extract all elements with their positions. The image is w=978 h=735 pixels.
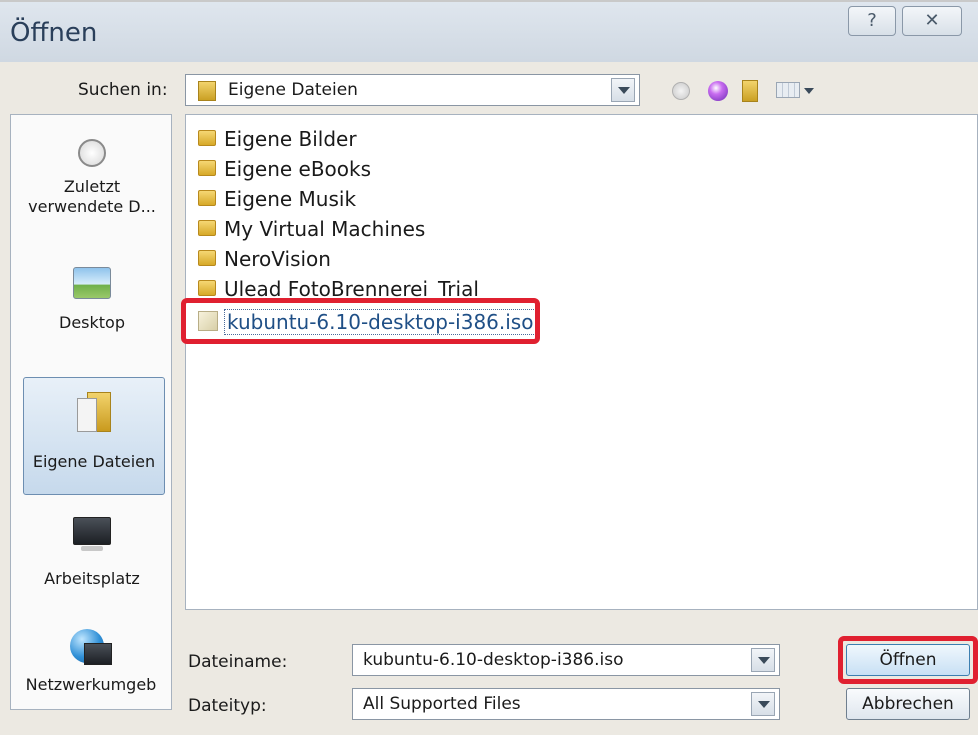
place-desktop-label: Desktop [59,313,125,332]
recent-clock-icon [78,139,106,167]
help-button[interactable]: ? [848,6,896,36]
folder-icon [198,160,216,176]
cancel-button[interactable]: Abbrechen [846,688,970,720]
chevron-down-icon[interactable] [751,692,775,716]
chevron-down-icon[interactable] [751,648,775,672]
back-icon[interactable] [672,82,690,100]
desktop-icon [73,267,111,299]
file-name: My Virtual Machines [224,217,426,241]
computer-icon [71,517,113,551]
file-list: Eigene Bilder Eigene eBooks Eigene Musik… [185,114,978,610]
place-my-computer-label: Arbeitsplatz [44,569,140,588]
network-icon [70,629,112,669]
views-icon[interactable] [776,82,822,100]
place-my-computer[interactable]: Arbeitsplatz [21,511,163,611]
look-in-value: Eigene Dateien [228,80,358,100]
look-in-label: Suchen in: [78,80,168,100]
file-name: Eigene Musik [224,187,357,211]
place-desktop[interactable]: Desktop [21,261,163,361]
filetype-dropdown[interactable]: All Supported Files [352,688,780,720]
filename-input[interactable]: kubuntu-6.10-desktop-i386.iso [352,644,780,676]
filetype-label: Dateityp: [188,696,267,716]
place-my-documents-label: Eigene Dateien [32,452,156,471]
file-name: Eigene Bilder [224,127,357,151]
highlight-frame [838,636,978,684]
filetype-value: All Supported Files [363,694,521,714]
new-folder-icon[interactable] [742,80,758,102]
place-my-documents[interactable]: Eigene Dateien [23,377,165,495]
places-bar: Zuletzt verwendete D... Desktop Eigene D… [10,114,172,710]
look-in-dropdown[interactable]: Eigene Dateien [185,74,640,106]
filename-value: kubuntu-6.10-desktop-i386.iso [363,650,624,670]
my-documents-icon [77,392,111,436]
place-recent-label: Zuletzt verwendete D... [28,177,156,216]
file-name: Eigene eBooks [224,157,372,181]
title-bar: Öffnen ? ✕ [0,2,978,62]
window-title: Öffnen [10,18,98,48]
place-recent[interactable]: Zuletzt verwendete D... [21,133,163,243]
folder-icon [198,190,216,206]
folder-icon [198,280,216,296]
my-documents-icon [198,81,216,101]
place-network-label: Netzwerkumgeb [25,675,157,694]
file-name: NeroVision [224,247,331,271]
folder-icon [198,250,216,266]
highlight-frame [181,298,540,344]
place-network[interactable]: Netzwerkumgeb [11,625,171,711]
close-button[interactable]: ✕ [902,6,962,36]
folder-icon [198,220,216,236]
open-dialog: Öffnen ? ✕ Suchen in: Eigene Dateien Zul… [0,0,978,735]
up-folder-icon[interactable] [708,81,728,101]
folder-icon [198,130,216,146]
filename-label: Dateiname: [188,652,288,672]
chevron-down-icon[interactable] [611,78,635,102]
